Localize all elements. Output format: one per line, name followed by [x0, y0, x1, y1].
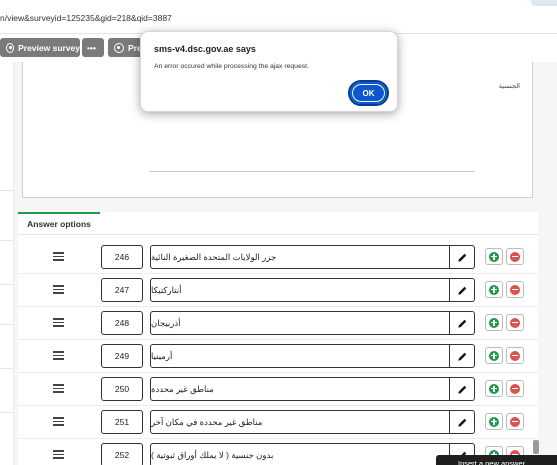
- answer-text-input[interactable]: مناطق غير محددة في مكان آخر: [150, 410, 450, 434]
- edit-answer-button[interactable]: [450, 344, 475, 368]
- edit-answer-button[interactable]: [450, 245, 475, 269]
- minus-circle-icon: [510, 317, 520, 328]
- answer-row: 251 مناطق غير محددة في مكان آخر: [0, 408, 557, 436]
- pencil-icon: [457, 418, 466, 427]
- answer-code-input[interactable]: 249: [101, 344, 143, 368]
- plus-circle-icon: [489, 350, 499, 361]
- pencil-icon: [457, 253, 466, 262]
- answer-row: 249 أرمينيا: [0, 342, 557, 370]
- dialog-title: sms-v4.dsc.gov.ae says: [154, 44, 256, 54]
- alert-dialog: sms-v4.dsc.gov.ae says An error occured …: [140, 31, 398, 112]
- minus-circle-icon: [510, 251, 520, 262]
- previous-row-edge: [150, 171, 474, 172]
- remove-answer-button[interactable]: [506, 380, 524, 397]
- answer-code-input[interactable]: 247: [101, 278, 143, 302]
- plus-circle-icon: [489, 383, 499, 394]
- answer-text-input[interactable]: أنتاركتيكا: [150, 278, 450, 302]
- url-text[interactable]: n/view&surveyid=125235&gid=218&qid=3887: [0, 13, 172, 23]
- remove-answer-button[interactable]: [506, 281, 524, 298]
- row-divider: [18, 306, 538, 307]
- pencil-icon: [457, 385, 466, 394]
- browser-tab-edge: [531, 0, 557, 6]
- eye-icon: [114, 42, 124, 53]
- answer-text-input[interactable]: مناطق غير محددة: [150, 377, 450, 401]
- drag-handle-icon[interactable]: [53, 285, 64, 294]
- answer-row: 250 مناطق غير محددة: [0, 375, 557, 403]
- remove-answer-button[interactable]: [506, 347, 524, 364]
- answer-code-input[interactable]: 248: [101, 311, 143, 335]
- drag-handle-icon[interactable]: [53, 252, 64, 261]
- preview-survey-button[interactable]: Preview survey: [0, 38, 80, 57]
- add-answer-button[interactable]: [485, 314, 503, 331]
- edit-answer-button[interactable]: [450, 410, 475, 434]
- answer-row: 247 أنتاركتيكا: [0, 276, 557, 304]
- more-options-button[interactable]: •••: [82, 38, 104, 57]
- scrollbar-thumb[interactable]: [533, 440, 539, 454]
- add-answer-button[interactable]: [485, 347, 503, 364]
- edit-answer-button[interactable]: [450, 311, 475, 335]
- pencil-icon: [457, 319, 466, 328]
- row-divider: [18, 273, 538, 274]
- divider: [0, 190, 14, 191]
- answer-row: 246 جزر الولايات المتحدة الصغيرة النائية: [0, 243, 557, 271]
- row-divider: [18, 438, 538, 439]
- answer-code-input[interactable]: 252: [101, 443, 143, 465]
- edit-answer-button[interactable]: [450, 278, 475, 302]
- drag-handle-icon[interactable]: [53, 450, 64, 459]
- remove-answer-button[interactable]: [506, 314, 524, 331]
- add-answer-button[interactable]: [485, 248, 503, 265]
- add-answer-button[interactable]: [485, 281, 503, 298]
- drag-handle-icon[interactable]: [53, 417, 64, 426]
- remove-answer-button[interactable]: [506, 248, 524, 265]
- answer-text-input[interactable]: جزر الولايات المتحدة الصغيرة النائية: [150, 245, 450, 269]
- answer-code-input[interactable]: 251: [101, 410, 143, 434]
- question-text: الجنسية: [498, 83, 520, 90]
- tab-answer-options[interactable]: Answer options: [18, 212, 100, 234]
- edit-answer-button[interactable]: [450, 377, 475, 401]
- plus-circle-icon: [489, 317, 499, 328]
- answer-text-input[interactable]: بدون جنسية ( لا يملك أوراق ثبوتية ): [150, 443, 450, 465]
- drag-handle-icon[interactable]: [53, 384, 64, 393]
- divider: [0, 240, 14, 241]
- minus-circle-icon: [510, 284, 520, 295]
- remove-answer-button[interactable]: [506, 413, 524, 430]
- plus-circle-icon: [489, 251, 499, 262]
- row-divider: [18, 339, 538, 340]
- row-divider: [18, 405, 538, 406]
- plus-circle-icon: [489, 284, 499, 295]
- minus-circle-icon: [510, 383, 520, 394]
- add-answer-button[interactable]: [485, 413, 503, 430]
- insert-answer-tooltip: Insert a new answer: [436, 455, 557, 465]
- answer-text-input[interactable]: أرمينيا: [150, 344, 450, 368]
- plus-circle-icon: [489, 416, 499, 427]
- add-answer-button[interactable]: [485, 380, 503, 397]
- answer-code-input[interactable]: 246: [101, 245, 143, 269]
- eye-icon: [6, 42, 15, 53]
- answer-row: 248 أذربيجان: [0, 309, 557, 337]
- minus-circle-icon: [510, 350, 520, 361]
- pencil-icon: [457, 286, 466, 295]
- more-icon: •••: [87, 42, 96, 53]
- answer-text-input[interactable]: أذربيجان: [150, 311, 450, 335]
- preview-survey-label: Preview survey: [18, 42, 80, 53]
- answer-code-input[interactable]: 250: [101, 377, 143, 401]
- ok-button[interactable]: OK: [348, 80, 389, 106]
- browser-address-bar[interactable]: n/view&surveyid=125235&gid=218&qid=3887: [0, 0, 557, 34]
- row-divider: [18, 372, 538, 373]
- minus-circle-icon: [510, 416, 520, 427]
- tabs-divider: [18, 234, 538, 235]
- drag-handle-icon[interactable]: [53, 318, 64, 327]
- dialog-message: An error occured while processing the aj…: [154, 63, 309, 70]
- drag-handle-icon[interactable]: [53, 351, 64, 360]
- pencil-icon: [457, 352, 466, 361]
